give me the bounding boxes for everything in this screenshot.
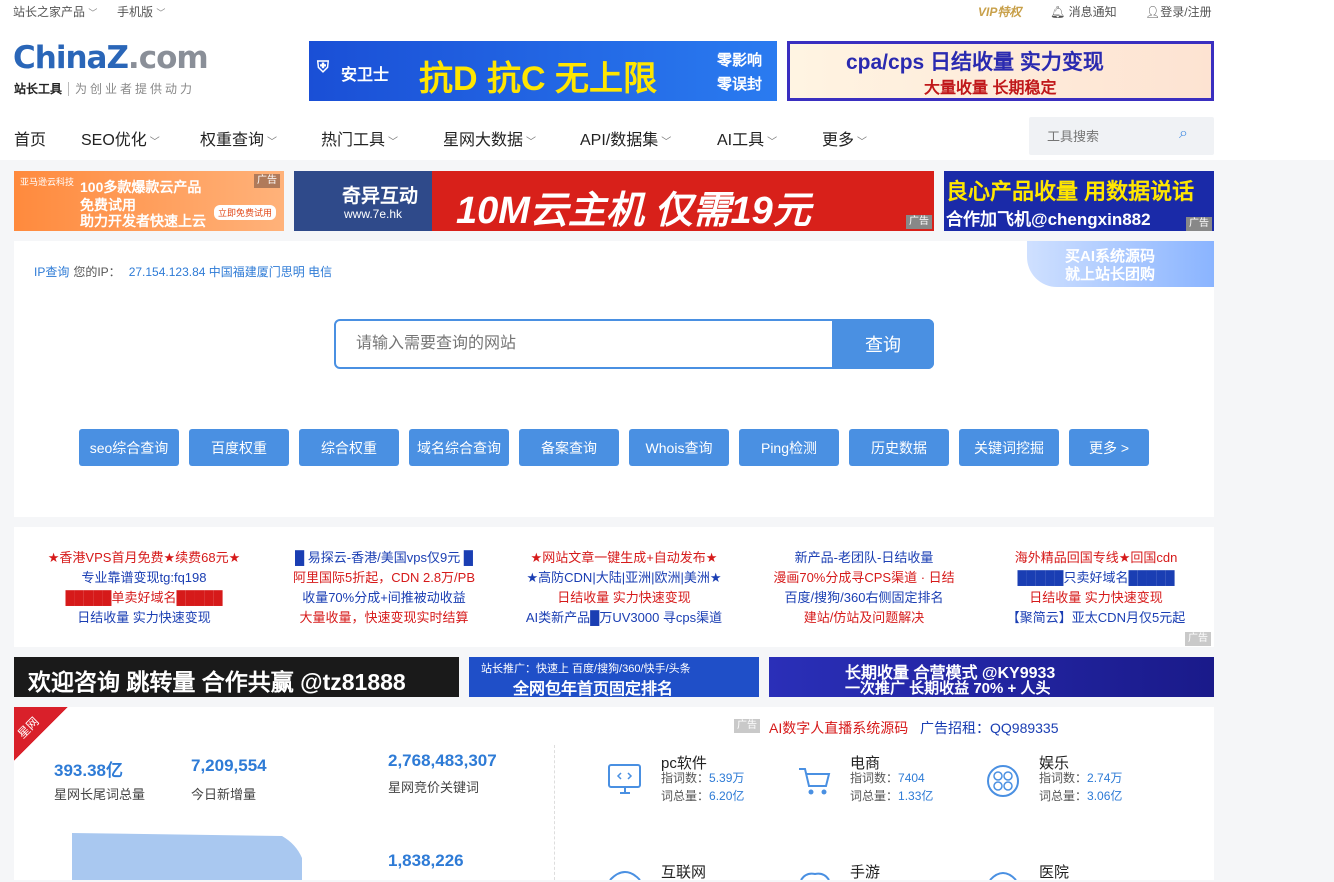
text-ad-col-2: █ 易探云-香港/美国vps仅9元 █ 阿里国际5折起，CDN 2.8万/PB … bbox=[264, 548, 504, 628]
quick-icp[interactable]: 备案查询 bbox=[519, 429, 619, 466]
text-ad-link[interactable]: 日结收量 实力快速变现 bbox=[504, 588, 744, 608]
search-icon[interactable]: ⌕ bbox=[1179, 125, 1188, 143]
banner-ranking[interactable]: 站长推广：快速上 百度/搜狗/360/快手/头条 全网包年首页固定排名 bbox=[469, 657, 759, 697]
query-button[interactable]: 查询 bbox=[832, 319, 934, 369]
category-internet[interactable]: 互联网 bbox=[661, 861, 706, 882]
text-ad-col-4: 新产品-老团队-日结收量 漫画70%分成寻CPS渠道 · 日结 百度/搜狗/36… bbox=[744, 548, 984, 628]
main-search-input[interactable] bbox=[336, 321, 831, 367]
divider bbox=[554, 745, 555, 880]
quick-overall-weight[interactable]: 综合权重 bbox=[299, 429, 399, 466]
quick-domain[interactable]: 域名综合查询 bbox=[409, 429, 509, 466]
nav-home[interactable]: 首页 bbox=[14, 126, 46, 150]
nav-bigdata[interactable]: 星网大数据 ﹀ bbox=[443, 126, 536, 150]
text-ad-col-3: ★网站文章一键生成+自动发布★ ★高防CDN|大陆|亚洲|欧洲|美洲★ 日结收量… bbox=[504, 548, 744, 628]
ad-aws[interactable]: 亚马逊云科技 100多款爆款云产品 免费试用 助力开发者快速上云 立即免费试用 … bbox=[14, 171, 284, 231]
quick-keyword[interactable]: 关键词挖掘 bbox=[959, 429, 1059, 466]
header-ad-1[interactable]: ⛨ 安卫士 抗D 抗C 无上限 零影响 零误封 bbox=[309, 41, 777, 101]
tool-search-input[interactable] bbox=[1029, 117, 1169, 155]
stat-longtail-value: 393.38亿 bbox=[54, 761, 123, 780]
globe-icon bbox=[609, 871, 641, 880]
nav-ai-tools[interactable]: AI工具 ﹀ bbox=[717, 126, 777, 150]
stat-new-label: 今日新增量 bbox=[191, 787, 257, 802]
text-ad-link[interactable]: ★高防CDN|大陆|亚洲|欧洲|美洲★ bbox=[504, 568, 744, 588]
gamepad-icon bbox=[800, 872, 830, 880]
stat-4-value: 1,838,226 bbox=[388, 851, 464, 870]
tool-search-box: ⌕ bbox=[1029, 117, 1214, 155]
text-ad-link[interactable]: 【聚简云】亚太CDN月仅5元起 bbox=[976, 608, 1216, 628]
category-hospital[interactable]: 医院 bbox=[1039, 861, 1069, 882]
text-ad-link[interactable]: 海外精品回国专线★回国cdn bbox=[976, 548, 1216, 568]
quick-baidu-weight[interactable]: 百度权重 bbox=[189, 429, 289, 466]
main-search-box: 查询 bbox=[334, 319, 934, 369]
monitor-icon bbox=[608, 764, 641, 794]
logo-slogan: 站长工具 为创业者提供动力 bbox=[14, 82, 196, 96]
text-ad-link[interactable]: 收量70%分成+间推被动收益 bbox=[264, 588, 504, 608]
ad-link-ai-source[interactable]: AI数字人直播系统源码 bbox=[769, 718, 908, 738]
chevron-down-icon: ﹀ bbox=[88, 8, 98, 18]
banner-tz81888[interactable]: 欢迎咨询 跳转量 合作共赢 @tz81888 bbox=[14, 657, 459, 697]
category-mobile-games[interactable]: 手游 bbox=[850, 861, 880, 882]
area-chart bbox=[72, 833, 302, 880]
quick-history[interactable]: 历史数据 bbox=[849, 429, 949, 466]
mobile-menu[interactable]: 手机版 ﹀ bbox=[117, 3, 165, 20]
text-ad-link[interactable]: █ 易探云-香港/美国vps仅9元 █ bbox=[264, 548, 504, 568]
shield-icon: ⛨ bbox=[317, 59, 330, 76]
banner-ky9933[interactable]: 长期收量 合营模式 @KY9933 一次推广 长期收益 70% + 人头 bbox=[769, 657, 1214, 697]
quick-more[interactable]: 更多 > bbox=[1069, 429, 1149, 466]
text-ad-link[interactable]: 大量收量，快速变现实时结算 bbox=[264, 608, 504, 628]
top-bar: 站长之家产品 ﹀ 手机版 ﹀ VIP特权 🔔︎ 消息通知 👤︎登录/注册 bbox=[0, 0, 1334, 22]
nav-api[interactable]: API/数据集 ﹀ bbox=[580, 126, 671, 150]
user-icon: 👤︎ bbox=[1145, 5, 1161, 19]
text-ad-col-5: 海外精品回国专线★回国cdn █████只卖好域名█████ 日结收量 实力快速… bbox=[976, 548, 1216, 628]
products-menu[interactable]: 站长之家产品 ﹀ bbox=[13, 3, 97, 20]
stat-bid-label: 星网竞价关键词 bbox=[388, 780, 480, 795]
area-chart-fill bbox=[72, 833, 302, 880]
text-ad-link[interactable]: 日结收量 实力快速变现 bbox=[24, 608, 264, 628]
text-ad-link[interactable]: ★香港VPS首月免费★续费68元★ bbox=[24, 548, 264, 568]
site-header: ChinaZ.com 站长工具 为创业者提供动力 ⛨ 安卫士 抗D 抗C 无上限 … bbox=[0, 22, 1334, 160]
nav-seo[interactable]: SEO优化 ﹀ bbox=[81, 126, 160, 150]
ad-chengxin[interactable]: 良心产品收量 用数据说话 合作加飞机@chengxin882 广告 bbox=[944, 171, 1214, 231]
text-ad-link[interactable]: 百度/搜狗/360右侧固定排名 bbox=[744, 588, 984, 608]
text-ad-link[interactable]: 新产品-老团队-日结收量 bbox=[744, 548, 984, 568]
cart-icon bbox=[799, 768, 831, 795]
xingwang-corner-badge: 星网 bbox=[14, 707, 68, 761]
quick-whois[interactable]: Whois查询 bbox=[629, 429, 729, 466]
nav-more[interactable]: 更多 ﹀ bbox=[822, 126, 867, 150]
login-link[interactable]: 👤︎登录/注册 bbox=[1145, 3, 1212, 20]
text-ad-link[interactable]: 日结收量 实力快速变现 bbox=[976, 588, 1216, 608]
text-ad-link[interactable]: 阿里国际5折起，CDN 2.8万/PB bbox=[264, 568, 504, 588]
text-ad-link[interactable]: █████只卖好域名█████ bbox=[976, 568, 1216, 588]
stat-new-value: 7,209,554 bbox=[191, 756, 267, 775]
ad-tag: 广告 bbox=[1185, 632, 1211, 646]
nav-hot-tools[interactable]: 热门工具 ﹀ bbox=[321, 126, 398, 150]
side-ad-ai-source[interactable]: 买AI系统源码 就上站长团购 bbox=[1027, 241, 1214, 287]
nav-weight[interactable]: 权重查询 ﹀ bbox=[200, 126, 277, 150]
text-ad-link[interactable]: 建站/仿站及问题解决 bbox=[744, 608, 984, 628]
text-ad-link[interactable]: 专业靠谱变现tg:fq198 bbox=[24, 568, 264, 588]
header-ad-2[interactable]: cpa/cps 日结收量 实力变现 大量收量 长期稳定 bbox=[787, 41, 1214, 101]
ip-info: IP查询 您的IP： 27.154.123.84 中国福建厦门思明 电信 bbox=[34, 265, 333, 279]
ad-7e-cloud[interactable]: 奇异互动 www.7e.hk 10M云主机 仅需19元 广告 bbox=[294, 171, 934, 231]
quick-seo[interactable]: seo综合查询 bbox=[79, 429, 179, 466]
text-ad-link[interactable]: █████单卖好域名█████ bbox=[24, 588, 264, 608]
stat-longtail-label: 星网长尾词总量 bbox=[54, 787, 146, 802]
stat-bid-value: 2,768,483,307 bbox=[388, 751, 497, 770]
ad-contact[interactable]: 广告招租：QQ989335 bbox=[920, 718, 1059, 738]
chevron-down-icon: ﹀ bbox=[156, 8, 166, 18]
text-ad-link[interactable]: ★网站文章一键生成+自动发布★ bbox=[504, 548, 744, 568]
bell-icon: 🔔︎ bbox=[1050, 5, 1066, 19]
header-right-fill bbox=[1214, 22, 1334, 160]
vip-link[interactable]: VIP特权 bbox=[978, 3, 1021, 20]
quick-ping[interactable]: Ping检测 bbox=[739, 429, 839, 466]
hospital-icon bbox=[989, 872, 1017, 880]
ip-query-link[interactable]: IP查询 bbox=[34, 265, 69, 279]
site-logo[interactable]: ChinaZ.com bbox=[13, 40, 209, 76]
text-ad-col-1: ★香港VPS首月免费★续费68元★ 专业靠谱变现tg:fq198 █████单卖… bbox=[24, 548, 264, 628]
text-ad-link[interactable]: AI类新产品█万UV3000 寻cps渠道 bbox=[504, 608, 744, 628]
entertainment-icon bbox=[987, 765, 1019, 797]
notify-link[interactable]: 🔔︎ 消息通知 bbox=[1050, 3, 1117, 20]
main-query-card bbox=[14, 241, 1214, 517]
text-ad-link[interactable]: 漫画70%分成寻CPS渠道 · 日结 bbox=[744, 568, 984, 588]
